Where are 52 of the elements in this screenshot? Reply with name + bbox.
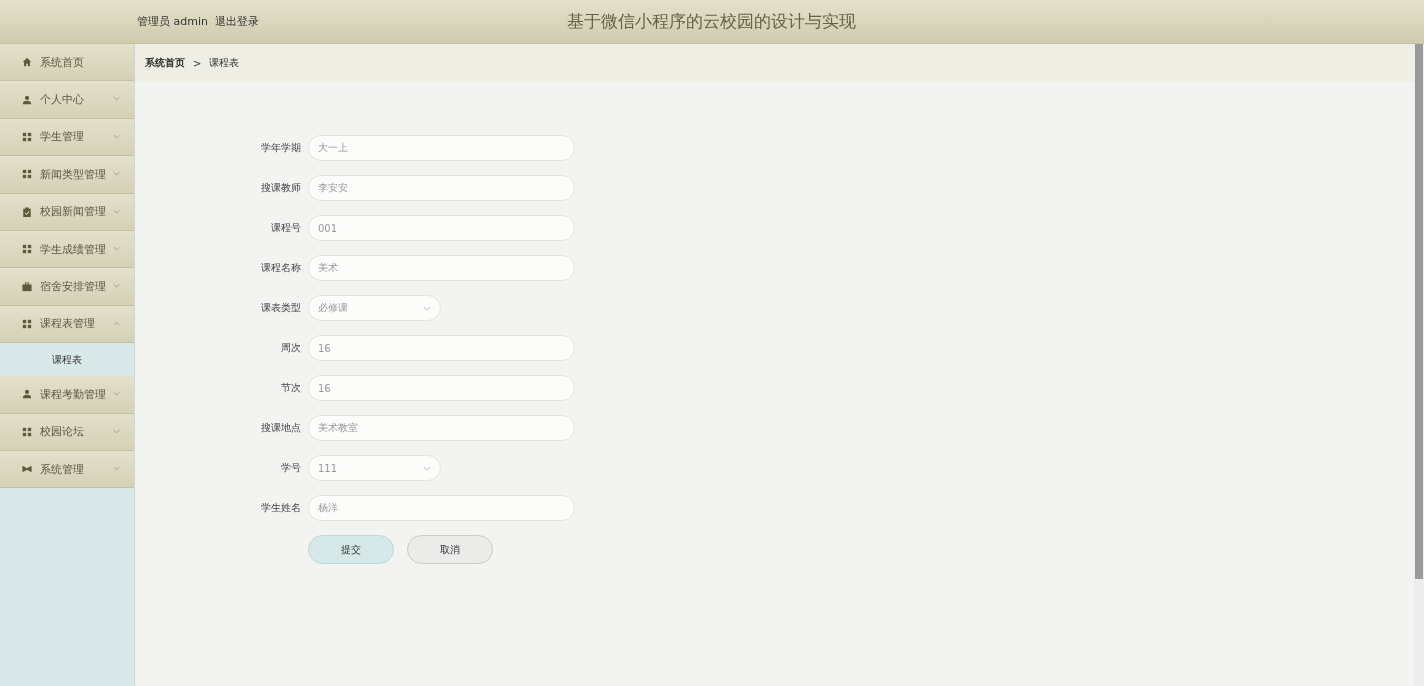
sidebar-item[interactable]: 课程表管理 (0, 305, 134, 344)
submit-button[interactable]: 提交 (308, 535, 394, 564)
cancel-button[interactable]: 取消 (407, 535, 493, 564)
input-field[interactable]: 16 (308, 335, 575, 361)
select-field[interactable]: 111 (308, 455, 441, 481)
breadcrumb-item: 课程表 (209, 56, 240, 70)
grid-icon (22, 131, 32, 142)
field-label: 搜课地点 (260, 421, 301, 435)
sidebar-item[interactable]: 校园论坛 (0, 413, 134, 451)
grid-icon (22, 426, 32, 437)
field-label: 学生姓名 (260, 501, 301, 515)
select-field[interactable]: 必修课 (308, 295, 441, 321)
grid-icon (22, 244, 32, 255)
sidebar-item[interactable]: 新闻类型管理 (0, 156, 134, 194)
scrollbar[interactable] (1414, 44, 1424, 686)
input-field[interactable]: 杨洋 (308, 495, 575, 521)
briefcase-icon (22, 281, 32, 292)
sidebar-item[interactable]: 系统管理 (0, 450, 134, 489)
page-title: 基于微信小程序的云校园的设计与实现 (566, 10, 856, 33)
field-label: 学号 (280, 461, 301, 475)
input-field[interactable]: 001 (308, 215, 575, 241)
sidebar-item[interactable]: 课程考勤管理 (0, 376, 134, 414)
grid-icon (22, 318, 32, 329)
user-name: 管理员 admin (137, 14, 208, 29)
chevron-icon (423, 305, 431, 311)
breadcrumb-item[interactable]: 系统首页 (145, 56, 185, 70)
logout-link[interactable]: 退出登录 (214, 14, 259, 29)
bowtie-icon (22, 464, 32, 475)
grid-icon (22, 169, 32, 180)
clipboard-icon (22, 206, 32, 217)
field-label: 课程名称 (260, 261, 301, 275)
sidebar-item[interactable]: 学生成绩管理 (0, 230, 134, 269)
field-label: 课表类型 (260, 301, 301, 315)
sidebar-item[interactable]: 个人中心 (0, 81, 134, 119)
input-field[interactable]: 美术 (308, 255, 575, 281)
user-icon (22, 94, 32, 105)
field-label: 节次 (280, 381, 301, 395)
field-label: 课程号 (270, 221, 301, 235)
user-icon (22, 389, 32, 400)
home-icon (22, 57, 32, 68)
input-field[interactable]: 16 (308, 375, 575, 401)
sidebar-item[interactable]: 校园新闻管理 (0, 193, 134, 231)
chevron-icon (423, 465, 431, 471)
field-label: 搜课教师 (260, 181, 301, 195)
sidebar-item[interactable]: 宿舍安排管理 (0, 268, 134, 306)
input-field[interactable]: 美术教室 (308, 415, 575, 441)
breadcrumb-separator: > (193, 57, 202, 69)
field-label: 学年学期 (260, 141, 301, 155)
sidebar-item[interactable]: 学生管理 (0, 118, 134, 157)
sidebar-item[interactable]: 系统首页 (0, 44, 134, 82)
input-field[interactable]: 李安安 (308, 175, 575, 201)
field-label: 周次 (280, 341, 301, 355)
